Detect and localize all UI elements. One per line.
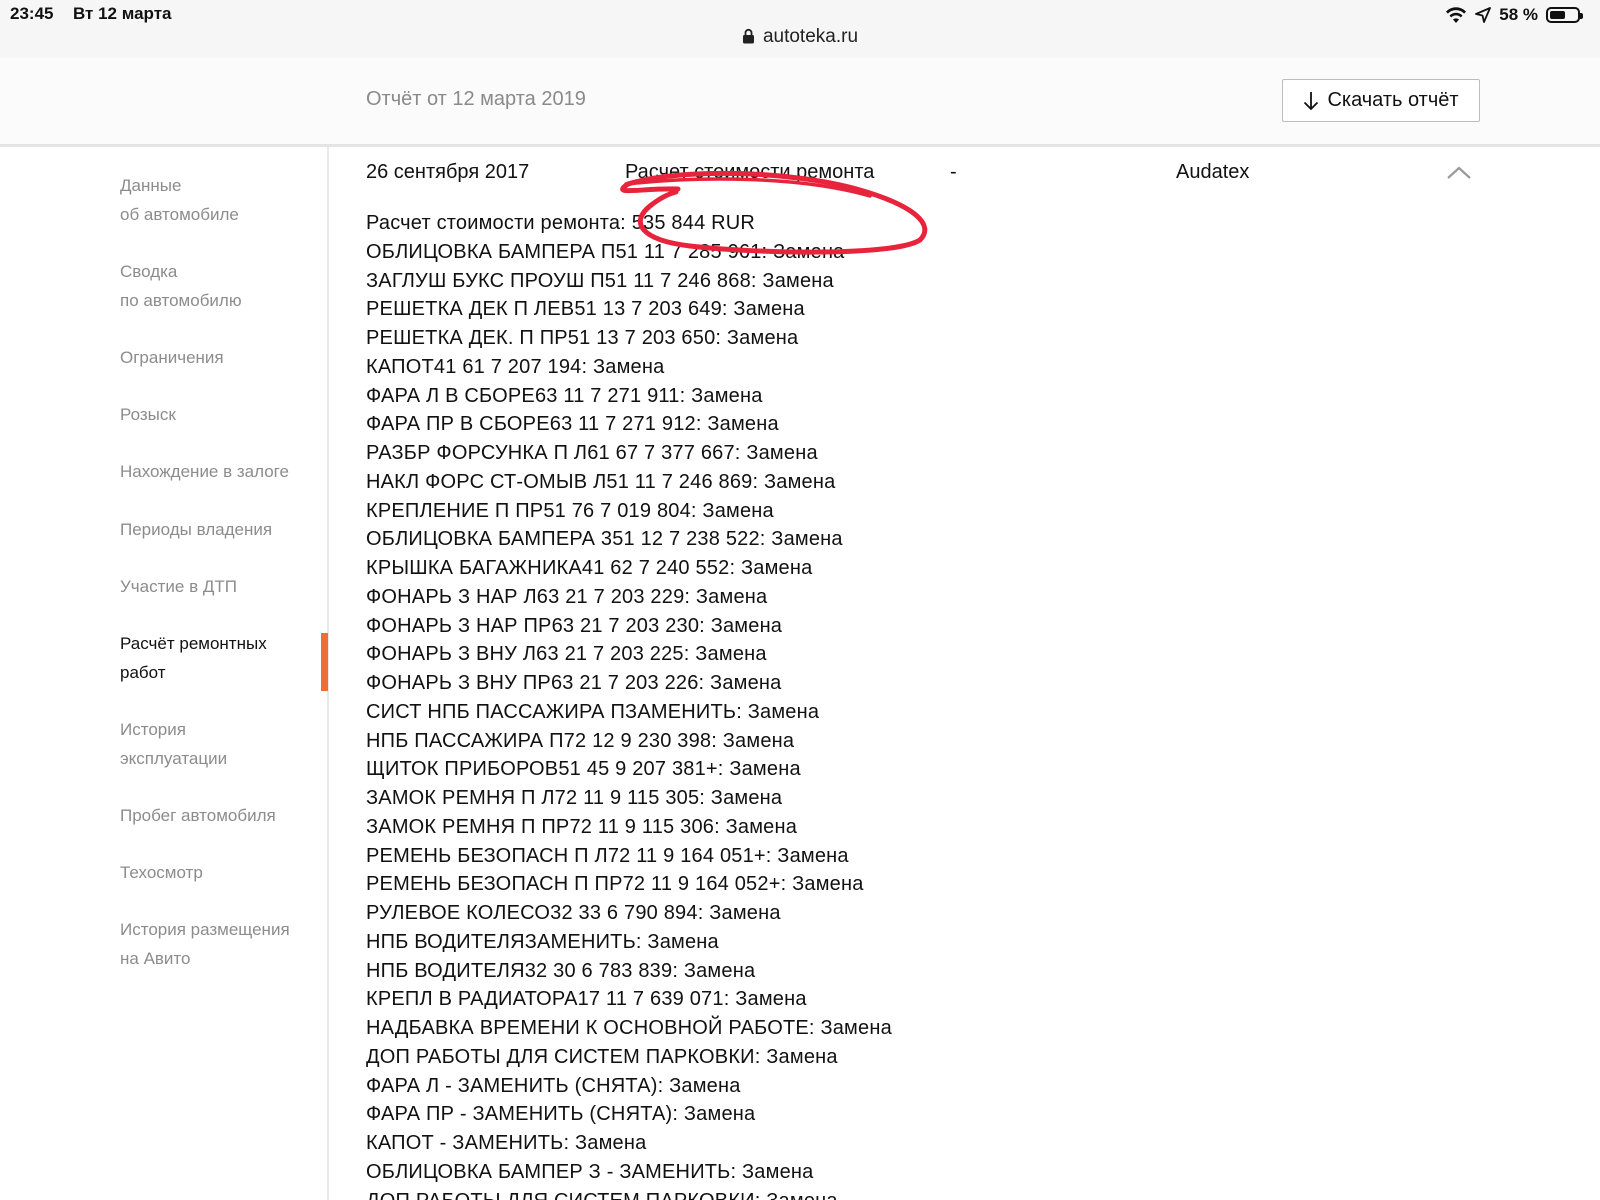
repair-item-line: ФОНАРЬ З НАР ПР63 21 7 203 230: Замена xyxy=(366,614,783,637)
nav-item-label: по автомобилю xyxy=(120,291,242,310)
repair-item-line: СИСТ НПБ ПАССАЖИРА ПЗАМЕНИТЬ: Замена xyxy=(366,700,820,723)
repair-item-line: НАКЛ ФОРС СТ-ОМЫВ Л51 11 7 246 869: Заме… xyxy=(366,470,836,493)
repair-item-line: ФАРА Л - ЗАМЕНИТЬ (СНЯТА): Замена xyxy=(366,1074,741,1097)
battery-percent: 58 % xyxy=(1499,5,1538,24)
nav-item-label: Сводка xyxy=(120,262,178,281)
repair-item-line: ЗАМОК РЕМНЯ П ПР72 11 9 115 306: Замена xyxy=(366,815,798,838)
status-date: Вт 12 марта xyxy=(73,4,172,23)
nav-item-label: Периоды владения xyxy=(120,520,273,539)
active-section-marker xyxy=(321,633,328,691)
repair-calculation-section: 26 сентября 2017 Расчет стоимости ремонт… xyxy=(366,147,1566,1200)
url-text: autoteka.ru xyxy=(762,26,859,47)
address-bar[interactable]: autoteka.ru xyxy=(0,26,1600,48)
nav-item-car-summary[interactable]: Сводка по автомобилю xyxy=(120,257,320,315)
repair-item-line: РЕМЕНЬ БЕЗОПАСН П ПР72 11 9 164 052+: За… xyxy=(366,873,864,896)
repair-item-line: ОБЛИЦОВКА БАМПЕРА 351 12 7 238 522: Заме… xyxy=(366,528,843,551)
wifi-icon xyxy=(1446,7,1467,23)
repair-item-line: РУЛЕВОЕ КОЛЕСО32 33 6 790 894: Замена xyxy=(366,902,781,924)
repair-item-line: ДОП РАБОТЫ ДЛЯ СИСТЕМ ПАРКОВКИ: Замена xyxy=(366,1187,892,1200)
arrow-down-icon xyxy=(1304,91,1319,110)
repair-item-line: РЕШЕТКА ДЕК. П ПР51 13 7 203 650: Замена xyxy=(366,327,799,349)
nav-item-accidents[interactable]: Участие в ДТП xyxy=(120,572,320,601)
repair-total-line: Расчет стоимости ремонта: 535 844 RUR xyxy=(366,212,756,234)
repair-item-line: ЗАМОК РЕМНЯ П Л72 11 9 115 305: Замена xyxy=(366,787,783,809)
nav-item-label: История размещения xyxy=(120,920,290,939)
battery-icon xyxy=(1546,7,1583,23)
nav-item-label: работ xyxy=(120,663,166,682)
repair-item-line: ФАРА ПР - ЗАМЕНИТЬ (СНЯТА): Замена xyxy=(366,1103,756,1126)
repair-item-line: ФОНАРЬ З НАР Л63 21 7 203 229: Замена xyxy=(366,585,768,608)
report-sections-nav: Данные об автомобиле Сводка по автомобил… xyxy=(0,147,329,1200)
repair-item-line: ОБЛИЦОВКА БАМПЕРА П51 11 7 285 961: Заме… xyxy=(366,240,845,263)
record-date: 26 сентября 2017 xyxy=(366,161,530,183)
repair-items-list: Расчет стоимости ремонта: 535 844 RUR ОБЛ… xyxy=(366,209,892,1200)
nav-item-repair-calculation[interactable]: Расчёт ремонтных работ xyxy=(120,629,320,687)
nav-item-label: История xyxy=(120,720,186,739)
lock-icon xyxy=(742,28,754,44)
battery-level xyxy=(1550,11,1566,19)
record-source: Audatex xyxy=(1176,161,1250,183)
status-time: 23:45 xyxy=(10,4,54,23)
repair-item-line: КАПОТ - ЗАМЕНИТЬ: Замена xyxy=(366,1132,647,1154)
nav-item-label: Данные xyxy=(120,176,182,195)
repair-item-line: ФАРА Л В СБОРЕ63 11 7 271 911: Замена xyxy=(366,384,763,407)
repair-item-line: НПБ ПАССАЖИРА П72 12 9 230 398: Замена xyxy=(366,729,795,752)
nav-item-avito-history[interactable]: История размещения на Авито xyxy=(120,915,320,973)
chevron-up-icon[interactable] xyxy=(1444,163,1474,183)
repair-item-line: ФОНАРЬ З ВНУ ПР63 21 7 203 226: Замена xyxy=(366,672,782,694)
nav-item-label: эксплуатации xyxy=(120,749,228,768)
repair-item-line: РЕМЕНЬ БЕЗОПАСН П Л72 11 9 164 051+: Зам… xyxy=(366,844,849,867)
repair-item-line: КРЕПЛ В РАДИАТОРА17 11 7 639 071: Замена xyxy=(366,988,807,1011)
status-indicators: 58 % xyxy=(1445,3,1583,27)
repair-item-line: ФОНАРЬ З ВНУ Л63 21 7 203 225: Замена xyxy=(366,643,767,666)
nav-item-label: Участие в ДТП xyxy=(120,577,237,596)
nav-item-label: Нахождение в залоге xyxy=(120,462,289,481)
repair-item-line: КАПОТ41 61 7 207 194: Замена xyxy=(366,355,665,378)
nav-item-inspection[interactable]: Техосмотр xyxy=(120,858,320,887)
nav-item-service-history[interactable]: История эксплуатации xyxy=(120,715,320,773)
repair-item-line: ДОП РАБОТЫ ДЛЯ СИСТЕМ ПАРКОВКИ: Замена xyxy=(366,1045,838,1068)
repair-item-line: НПБ ВОДИТЕЛЯ32 30 6 783 839: Замена xyxy=(366,959,756,982)
repair-item-line: ОБЛИЦОВКА БАМПЕР З - ЗАМЕНИТЬ: Замена xyxy=(366,1160,814,1183)
nav-item-label: Ограничения xyxy=(120,348,224,367)
nav-item-restrictions[interactable]: Ограничения xyxy=(120,343,320,372)
nav-item-pledge[interactable]: Нахождение в залоге xyxy=(120,457,320,486)
nav-item-mileage[interactable]: Пробег автомобиля xyxy=(120,801,320,830)
download-report-button[interactable]: Скачать отчёт xyxy=(1282,79,1480,122)
repair-item-line: ЗАГЛУШ БУКС ПРОУШ П51 11 7 246 868: Заме… xyxy=(366,269,834,292)
repair-item-line: РЕШЕТКА ДЕК П ЛЕВ51 13 7 203 649: Замена xyxy=(366,298,805,321)
location-arrow-icon xyxy=(1475,7,1492,23)
repair-item-line: НПБ ВОДИТЕЛЯЗАМЕНИТЬ: Замена xyxy=(366,930,719,953)
nav-item-label: об автомобиле xyxy=(120,205,239,224)
record-dash: - xyxy=(950,161,957,183)
record-type: Расчет стоимости ремонта xyxy=(625,161,875,183)
repair-item-line: ЩИТОК ПРИБОРОВ51 45 9 207 381+: Замена xyxy=(366,758,801,781)
status-bar: 23:45 Вт 12 марта 58 % autoteka.ru xyxy=(0,0,1600,58)
repair-item-line: НАДБАВКА ВРЕМЕНИ К ОСНОВНОЙ РАБОТЕ: Заме… xyxy=(366,1017,892,1039)
nav-item-label: Пробег автомобиля xyxy=(120,806,276,825)
repair-item-line: РАЗБР ФОРСУНКА П Л61 67 7 377 667: Замен… xyxy=(366,442,818,464)
nav-item-label: Розыск xyxy=(120,405,176,424)
nav-item-label: Расчёт ремонтных xyxy=(120,634,267,653)
report-date: Отчёт от 12 марта 2019 xyxy=(366,88,586,110)
nav-item-label: Техосмотр xyxy=(120,863,203,882)
nav-item-car-data[interactable]: Данные об автомобиле xyxy=(120,171,320,229)
repair-item-line: ФАРА ПР В СБОРЕ63 11 7 271 912: Замена xyxy=(366,413,779,436)
repair-item-line: КРЕПЛЕНИЕ П ПР51 76 7 019 804: Замена xyxy=(366,499,774,522)
nav-item-wanted[interactable]: Розыск xyxy=(120,400,320,429)
repair-item-line: КРЫШКА БАГАЖНИКА41 62 7 240 552: Замена xyxy=(366,557,813,579)
report-header: Отчёт от 12 марта 2019 Скачать отчёт xyxy=(0,58,1600,147)
nav-item-ownership-periods[interactable]: Периоды владения xyxy=(120,515,320,544)
download-report-label: Скачать отчёт xyxy=(1327,89,1459,111)
nav-item-label: на Авито xyxy=(120,949,191,968)
